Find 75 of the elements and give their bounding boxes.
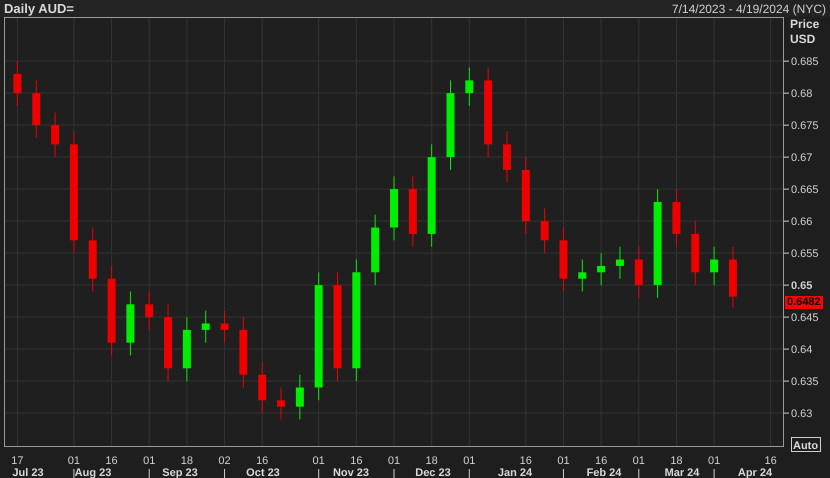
price-label: 0.655 [791,248,819,260]
price-label: 0.68 [791,88,812,100]
day-label: 16 [350,455,362,467]
price-label: 0.66 [791,216,812,228]
month-label: Jul 23 [12,467,44,478]
candle [578,259,586,292]
candle [88,227,97,292]
candle [51,112,60,158]
day-label: 01 [632,455,645,467]
candle [239,316,248,388]
day-label: 01 [68,455,80,467]
price-label: 0.64 [791,344,812,356]
day-label: 01 [557,455,570,467]
month-label: Sep 23 [162,467,198,478]
day-label: 16 [256,455,268,467]
month-label: Jan 24 [498,467,532,478]
price-label: 0.63 [791,408,812,420]
date-range: 7/14/2023 - 4/19/2024 (NYC) [672,0,826,18]
price-label: 0.685 [791,56,819,68]
candle [182,316,191,382]
last-price: 0.6482 [785,296,823,309]
candle [540,208,549,254]
day-label: 01 [143,455,156,467]
month-label: Nov 23 [332,467,370,478]
candle [672,188,680,248]
candle [277,387,286,420]
day-label: 02 [218,455,231,467]
candle [502,131,511,184]
month-label: Aug 23 [74,467,112,478]
candle [13,60,22,106]
auto-button[interactable]: Auto [791,437,821,452]
price-label: 0.65 [791,280,812,292]
price-label: 0.645 [791,312,819,324]
day-label: 16 [764,455,777,467]
price-label: 0.675 [791,120,819,132]
candle [126,291,134,356]
candle [465,67,474,106]
candle [390,176,398,241]
candle [408,176,417,248]
candle [145,291,154,330]
price-label: 0.635 [791,376,819,388]
day-label: 18 [670,455,683,467]
day-label: 01 [388,455,400,467]
day-label: 17 [11,455,24,467]
candle [597,252,606,286]
day-label: 18 [180,455,193,467]
day-label: 16 [595,455,608,467]
price-label: 0.665 [791,184,819,196]
month-label: Dec 23 [415,467,451,478]
day-label: 01 [708,455,720,467]
day-label: 01 [463,455,476,467]
axis-title: Price [790,17,820,31]
candle [634,246,643,298]
month-label: Mar 24 [664,467,700,478]
candle [691,220,700,286]
month-label: Feb 24 [586,467,622,478]
candle [728,246,737,308]
axis-unit: USD [790,32,816,46]
day-label: 01 [312,455,325,467]
chart-title: Daily AUD= [4,0,74,18]
month-label: Oct 23 [246,467,280,478]
candle [371,214,380,286]
day-label: 16 [520,455,532,467]
candle [220,310,229,344]
price-label: 0.67 [791,152,812,164]
candle [258,361,266,414]
candle [559,227,568,292]
candle [202,310,210,344]
day-label: 16 [105,455,118,467]
candle [616,246,624,280]
day-label: 18 [426,455,438,467]
month-label: Apr 24 [738,467,772,478]
candle [710,246,718,286]
candle [32,80,40,138]
candle [296,374,304,420]
